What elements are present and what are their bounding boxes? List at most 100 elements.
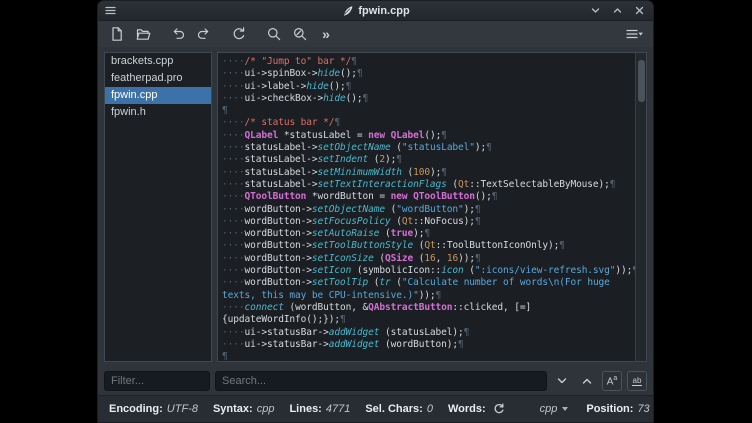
syntax-value: cpp xyxy=(257,403,275,415)
code-token: wordButton-> xyxy=(244,277,311,288)
code-token: QLabel xyxy=(391,130,425,141)
code-token: ¶ xyxy=(351,56,357,67)
code-token: hide xyxy=(306,81,328,92)
word-count-refresh-button[interactable] xyxy=(491,401,507,417)
code-line: ····QToolButton *wordButton = new QToolB… xyxy=(222,191,635,203)
code-token: ¶ xyxy=(346,81,352,92)
main-menu-button[interactable] xyxy=(622,23,646,45)
code-token: ui->checkBox-> xyxy=(244,93,323,104)
code-token: ¶ xyxy=(492,191,498,202)
code-token: ···· xyxy=(222,56,244,67)
code-token: ); xyxy=(475,142,486,153)
search-input[interactable] xyxy=(215,371,547,391)
words-status: Words: xyxy=(448,401,507,417)
code-token: setObjectName xyxy=(312,204,385,215)
code-token: new xyxy=(391,191,408,202)
encoding-status: Encoding: UTF-8 xyxy=(109,403,198,415)
sidebar-item-fpwin.h[interactable]: fpwin.h xyxy=(105,104,211,121)
maximize-button[interactable] xyxy=(611,4,624,17)
code-token: ¶ xyxy=(340,314,346,325)
search-previous-button[interactable] xyxy=(577,371,597,391)
code-token: )); xyxy=(419,290,436,301)
code-line: ····wordButton->setIcon (symbolicIcon::i… xyxy=(222,265,635,277)
code-token: setIndent xyxy=(318,154,369,165)
code-token: ui->statusBar-> xyxy=(244,339,328,350)
filter-input[interactable] xyxy=(104,371,210,391)
code-token: (wordButton, & xyxy=(284,302,368,313)
open-file-button[interactable] xyxy=(131,23,155,45)
reload-button[interactable] xyxy=(227,23,251,45)
language-combo[interactable]: cpp xyxy=(538,403,571,415)
sel-chars-label: Sel. Chars: xyxy=(365,403,422,415)
search-button[interactable] xyxy=(262,23,286,45)
code-token: ui->statusBar-> xyxy=(244,327,328,338)
find-replace-button[interactable] xyxy=(288,23,312,45)
sidebar-item-fpwin.cpp[interactable]: fpwin.cpp xyxy=(105,87,211,104)
code-token: ( xyxy=(368,277,379,288)
combo-caret-icon xyxy=(562,407,568,411)
match-case-icon: Aa xyxy=(607,375,618,387)
titlebar-title: fpwin.cpp xyxy=(341,1,409,20)
code-line: ····ui->spinBox->hide();¶ xyxy=(222,68,635,80)
window-menu-button[interactable] xyxy=(103,4,117,17)
code-token: ::TextSelectableByMouse); xyxy=(469,179,610,190)
code-token: ···· xyxy=(222,265,244,276)
code-line: ····ui->statusBar->addWidget (statusLabe… xyxy=(222,327,635,339)
undo-button[interactable] xyxy=(166,23,190,45)
titlebar[interactable]: fpwin.cpp xyxy=(98,1,653,21)
code-token: ¶ xyxy=(486,142,492,153)
maximize-icon xyxy=(613,6,622,15)
code-line: ¶ xyxy=(222,351,635,361)
editor-scrollbar[interactable] xyxy=(635,53,646,361)
search-bar: Aa ab xyxy=(98,367,653,395)
code-token: ···· xyxy=(222,130,244,141)
code-token: addWidget xyxy=(329,327,380,338)
code-token: ( xyxy=(385,204,396,215)
sidebar-item-brackets.cpp[interactable]: brackets.cpp xyxy=(105,53,211,70)
close-button[interactable] xyxy=(633,4,646,17)
sidebar-item-featherpad.pro[interactable]: featherpad.pro xyxy=(105,70,211,87)
search-next-button[interactable] xyxy=(552,371,572,391)
code-token: ( xyxy=(374,253,385,264)
code-token: Qt xyxy=(424,240,435,251)
code-token: ); xyxy=(413,228,424,239)
code-line: ····ui->label->hide();¶ xyxy=(222,81,635,93)
minimize-button[interactable] xyxy=(589,4,602,17)
code-line: ····wordButton->setAutoRaise (true);¶ xyxy=(222,228,635,240)
code-token: ···· xyxy=(222,191,244,202)
find-replace-icon xyxy=(292,26,308,42)
code-token: ¶ xyxy=(475,216,481,227)
code-token: ¶ xyxy=(396,154,402,165)
redo-button[interactable] xyxy=(192,23,216,45)
code-token: hide xyxy=(323,93,345,104)
scrollbar-thumb[interactable] xyxy=(638,60,645,102)
toolbar-overflow-button[interactable]: » xyxy=(314,23,338,45)
new-file-button[interactable] xyxy=(105,23,129,45)
code-token: ···· xyxy=(222,117,244,128)
open-folder-icon xyxy=(135,26,151,42)
code-line: ····/* "Jump to" bar */¶ xyxy=(222,56,635,68)
window-title: fpwin.cpp xyxy=(358,5,409,17)
code-token: ···· xyxy=(222,253,244,264)
statusbar: Encoding: UTF-8 Syntax: cpp Lines: 4771 … xyxy=(98,395,653,422)
code-token: ¶ xyxy=(222,105,228,116)
whole-word-button[interactable]: ab xyxy=(627,371,647,391)
code-token: icon xyxy=(441,265,463,276)
code-token: setObjectName xyxy=(318,142,391,153)
code-token: ( xyxy=(413,240,424,251)
code-token: ¶ xyxy=(610,179,616,190)
sidebar-file-list: brackets.cppfeatherpad.profpwin.cppfpwin… xyxy=(104,52,212,362)
code-token: setToolButtonStyle xyxy=(312,240,413,251)
code-token: texts, this may be CPU-intensive.)" xyxy=(222,290,419,301)
code-token: ( xyxy=(391,216,402,227)
code-token: "wordButton" xyxy=(396,204,463,215)
code-token: setFocusPolicy xyxy=(312,216,391,227)
match-case-button[interactable]: Aa xyxy=(602,371,622,391)
code-token: statusLabel-> xyxy=(244,154,317,165)
code-token: addWidget xyxy=(329,339,380,350)
redo-icon xyxy=(196,26,212,42)
encoding-value: UTF-8 xyxy=(167,403,198,415)
code-editor[interactable]: ····/* "Jump to" bar */¶····ui->spinBox-… xyxy=(218,53,635,361)
code-token: QSize xyxy=(385,253,413,264)
new-file-icon xyxy=(109,26,125,42)
